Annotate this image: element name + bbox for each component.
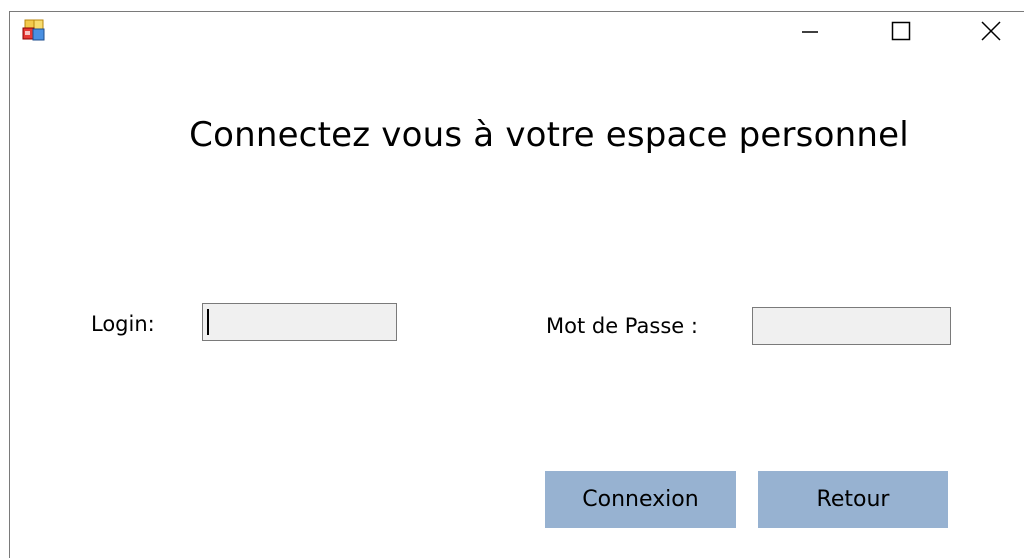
minimize-icon bbox=[800, 21, 820, 41]
maximize-icon bbox=[890, 20, 912, 42]
retour-button[interactable]: Retour bbox=[758, 471, 948, 528]
password-label: Mot de Passe : bbox=[546, 314, 698, 338]
close-icon bbox=[980, 20, 1002, 42]
page-title: Connectez vous à votre espace personnel bbox=[189, 115, 909, 155]
login-label: Login: bbox=[91, 312, 155, 336]
maximize-button[interactable] bbox=[878, 11, 924, 51]
app-icon bbox=[21, 17, 47, 43]
connexion-button[interactable]: Connexion bbox=[545, 471, 736, 528]
close-button[interactable] bbox=[968, 11, 1014, 51]
minimize-button[interactable] bbox=[787, 11, 833, 51]
password-field[interactable] bbox=[752, 307, 951, 345]
text-caret bbox=[207, 309, 209, 335]
login-field[interactable] bbox=[202, 303, 397, 341]
